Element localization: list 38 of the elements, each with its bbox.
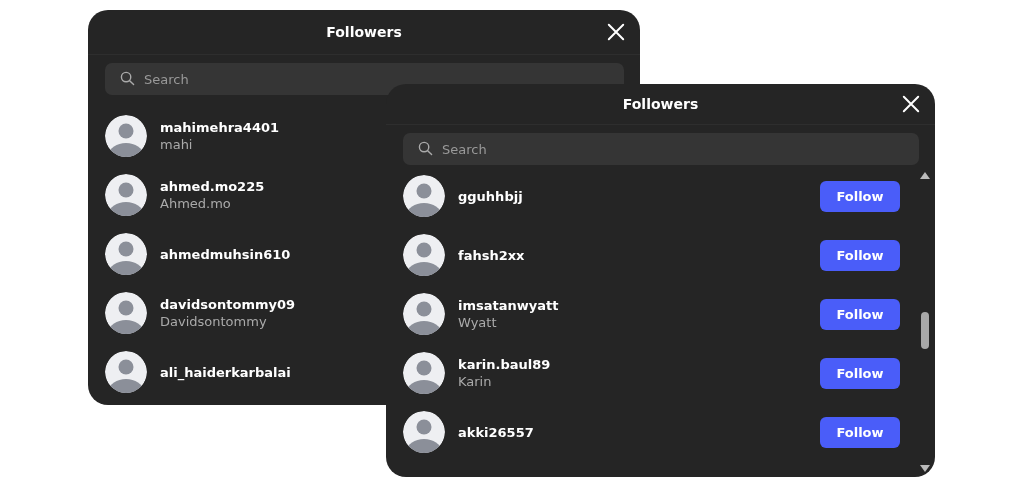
- follow-button[interactable]: Follow: [820, 180, 900, 212]
- follow-button[interactable]: Follow: [820, 239, 900, 271]
- follow-button[interactable]: Follow: [820, 416, 900, 448]
- display-name: Davidsontommy: [160, 314, 267, 329]
- close-icon[interactable]: [607, 23, 625, 41]
- avatar-icon: [105, 174, 147, 216]
- avatar-icon: [105, 115, 147, 157]
- avatar-icon: [403, 293, 445, 335]
- username: ahmedmuhsin610: [160, 246, 291, 262]
- avatar-icon: [403, 352, 445, 394]
- follow-button[interactable]: Follow: [820, 298, 900, 330]
- username: davidsontommy09: [160, 297, 296, 312]
- avatar-icon: [105, 351, 147, 393]
- display-name: Karin: [458, 374, 492, 389]
- username: ali_haiderkarbalai: [160, 364, 291, 380]
- username: imsatanwyatt: [458, 298, 559, 313]
- username: akki26557: [458, 424, 534, 440]
- scrollbar-thumb[interactable]: [921, 312, 929, 349]
- scroll-down-icon[interactable]: [920, 465, 930, 473]
- avatar-icon: [403, 411, 445, 453]
- follow-button[interactable]: Follow: [820, 357, 900, 389]
- close-icon[interactable]: [902, 95, 920, 113]
- avatar-icon: [403, 175, 445, 217]
- username: karin.baul89: [458, 357, 551, 372]
- display-name: Ahmed.mo: [160, 196, 231, 211]
- display-name: mahi: [160, 137, 193, 152]
- display-name: Wyatt: [458, 315, 497, 330]
- username: mahimehra4401: [160, 120, 279, 135]
- username: gguhhbjj: [458, 188, 523, 204]
- avatar-icon: [105, 292, 147, 334]
- avatar-icon: [403, 234, 445, 276]
- avatar-icon: [105, 233, 147, 275]
- dialog-title: Followers: [326, 24, 402, 40]
- search-field[interactable]: Search: [403, 133, 919, 165]
- username: ahmed.mo225: [160, 179, 265, 194]
- dialog-title: Followers: [622, 96, 699, 112]
- username: fahsh2xx: [458, 247, 525, 263]
- scroll-up-icon[interactable]: [920, 171, 930, 179]
